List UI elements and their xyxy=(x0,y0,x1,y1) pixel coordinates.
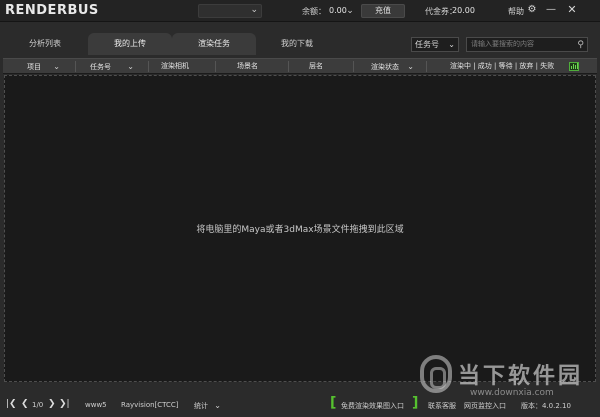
last-page-icon[interactable]: ❯| xyxy=(59,399,70,409)
search-placeholder: 请输入要搜索的内容 xyxy=(471,40,534,48)
help-link[interactable]: 帮助 xyxy=(508,6,524,17)
tab-render-tasks[interactable]: 渲染任务 xyxy=(172,33,256,55)
first-page-icon[interactable]: |❮ xyxy=(6,399,17,409)
chevron-down-icon: ⌄ xyxy=(53,62,60,71)
chevron-down-icon: ⌄ xyxy=(250,5,258,15)
chevron-down-icon[interactable]: ⌄ xyxy=(344,5,356,17)
watermark-url: www.downxia.com xyxy=(470,388,554,398)
drop-hint-text: 将电脑里的Maya或者3dMax场景文件拖拽到此区域 xyxy=(196,225,404,235)
tab-bar: 分析列表 我的上传 渲染任务 我的下载 任务号 ⌄ 请输入要搜索的内容 ⚲ xyxy=(0,22,600,58)
column-divider xyxy=(426,61,427,72)
search-field-select-value: 任务号 xyxy=(415,40,439,49)
column-status-summary[interactable]: 渲染中 | 成功 | 等待 | 放弃 | 失败 xyxy=(450,59,554,74)
watermark-text: 当下软件园 xyxy=(458,364,584,389)
column-divider xyxy=(75,61,76,72)
contact-support-link[interactable]: 联系客服 xyxy=(428,401,456,411)
stats-label: 统计 xyxy=(194,402,208,410)
tab-my-downloads[interactable]: 我的下载 xyxy=(255,33,339,55)
column-render-status-label: 渲染状态 xyxy=(371,63,399,71)
free-render-link[interactable]: 免费渲染效果图入口 xyxy=(341,401,404,411)
username: www5 xyxy=(85,401,107,409)
app-logo: RENDERBUS xyxy=(5,3,99,18)
column-task-id-label: 任务号 xyxy=(90,63,111,71)
chevron-down-icon: ⌄ xyxy=(407,62,414,71)
watermark-logo-icon xyxy=(420,355,452,393)
task-table-header: 项目 ⌄ 任务号 ⌄ 渲染相机 场景名 层名 渲染状态 ⌄ 渲染中 | 成功 |… xyxy=(3,58,597,74)
previous-page-icon[interactable]: ❮ xyxy=(21,399,29,409)
search-field-select[interactable]: 任务号 ⌄ xyxy=(411,37,459,52)
column-divider xyxy=(215,61,216,72)
column-layer-name[interactable]: 层名 xyxy=(309,59,323,74)
bracket-left-icon: [ xyxy=(330,395,337,411)
column-render-camera[interactable]: 渲染相机 xyxy=(161,59,189,74)
web-monitor-link[interactable]: 网页监控入口 xyxy=(464,401,506,411)
file-drop-area[interactable]: 将电脑里的Maya或者3dMax场景文件拖拽到此区域 xyxy=(4,75,596,382)
stats-menu[interactable]: 统计 ⌄ xyxy=(194,401,221,411)
tab-analysis-list[interactable]: 分析列表 xyxy=(3,33,87,55)
version-label: 版本：4.0.2.10 xyxy=(521,402,571,410)
recharge-button[interactable]: 充值 xyxy=(361,4,405,18)
chevron-down-icon: ⌄ xyxy=(448,40,455,49)
column-scene-name[interactable]: 场景名 xyxy=(237,59,258,74)
tab-my-uploads[interactable]: 我的上传 xyxy=(88,33,172,55)
voucher-value: 20.00 xyxy=(452,6,475,15)
account-select[interactable]: ⌄ xyxy=(198,4,262,18)
balance-label: 余额： xyxy=(302,7,326,16)
bracket-right-icon: ] xyxy=(412,395,419,411)
next-page-icon[interactable]: ❯ xyxy=(48,399,56,409)
column-divider xyxy=(148,61,149,72)
title-bar: RENDERBUS ⌄ 余额： 0.00 ⌄ 充值 代金券： 20.00 帮助 … xyxy=(0,0,600,22)
column-task-id[interactable]: 任务号 ⌄ xyxy=(90,59,134,74)
column-render-status[interactable]: 渲染状态 ⌄ xyxy=(371,59,414,74)
search-icon[interactable]: ⚲ xyxy=(577,39,584,52)
settings-icon[interactable]: ⚙ xyxy=(526,4,538,16)
chart-icon[interactable] xyxy=(569,62,579,71)
minimize-icon[interactable]: — xyxy=(545,4,557,16)
chevron-down-icon: ⌄ xyxy=(127,62,134,71)
column-project[interactable]: 项目 ⌄ xyxy=(27,59,60,74)
page-indicator: 1/0 xyxy=(32,401,44,409)
column-divider xyxy=(353,61,354,72)
column-divider xyxy=(288,61,289,72)
chevron-down-icon: ⌄ xyxy=(214,401,221,410)
column-project-label: 项目 xyxy=(27,63,41,71)
close-icon[interactable]: ✕ xyxy=(566,4,578,16)
platform-name: Rayvision[CTCC] xyxy=(121,401,179,409)
search-input[interactable]: 请输入要搜索的内容 ⚲ xyxy=(466,37,588,52)
